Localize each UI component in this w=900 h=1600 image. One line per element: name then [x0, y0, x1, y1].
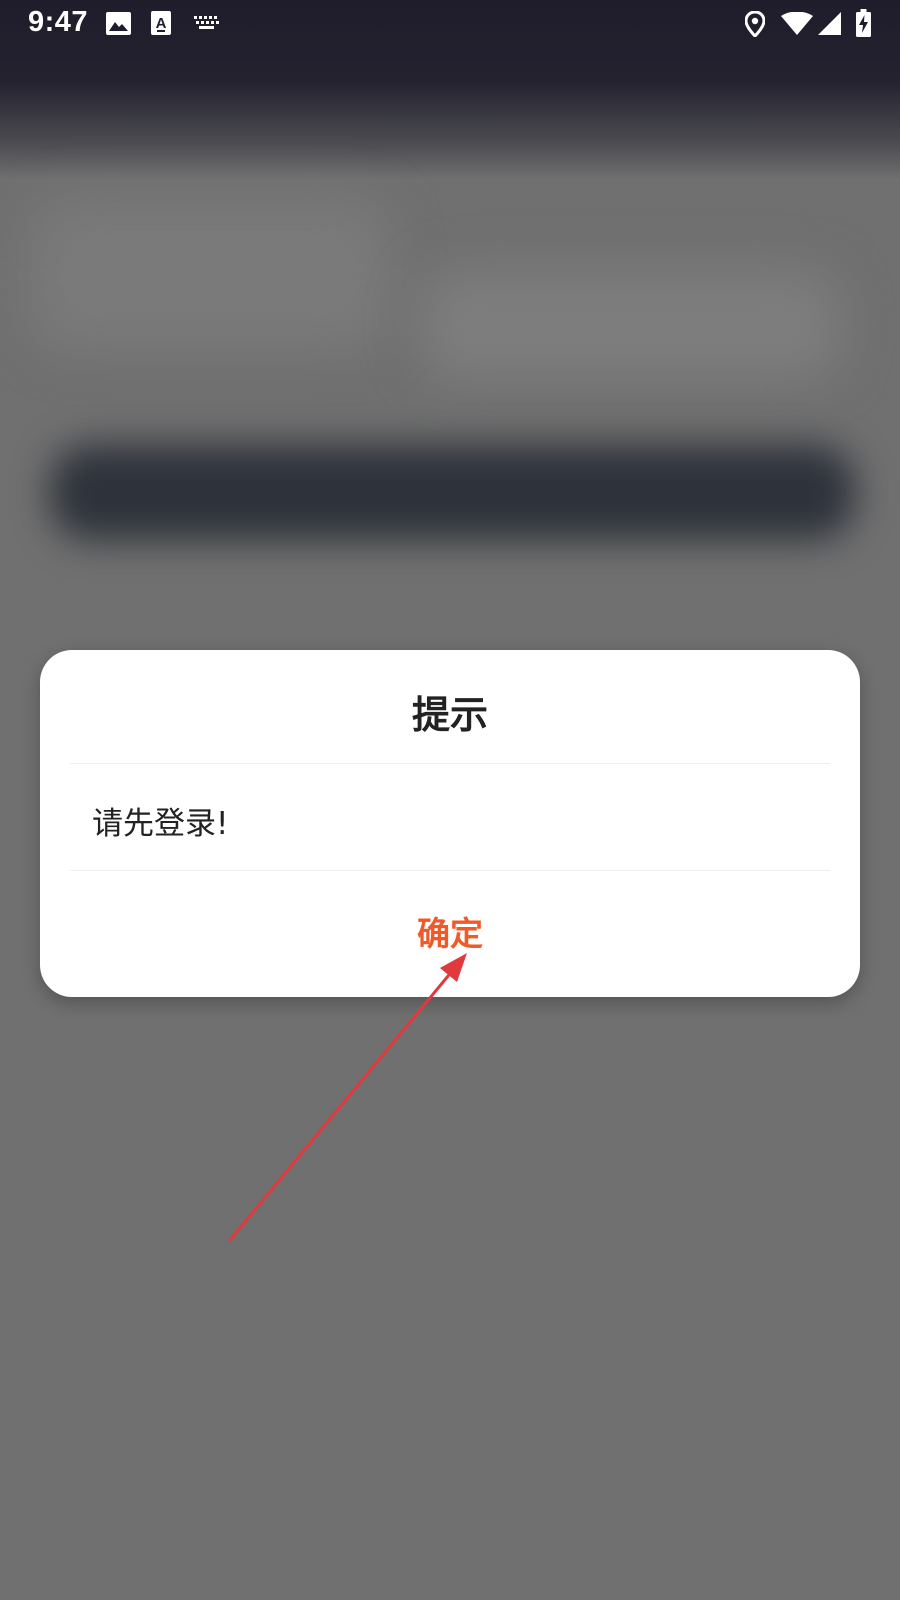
status-time: 9:47 [28, 6, 89, 38]
location-icon [745, 11, 765, 37]
dialog-divider [70, 763, 830, 764]
status-bar: 9:47 A [0, 0, 900, 48]
wifi-icon [781, 12, 813, 35]
dialog-title: 提示 [411, 693, 488, 737]
svg-text:A: A [156, 15, 167, 32]
battery-charging-icon [856, 9, 871, 37]
dialog-message: 请先登录! [92, 806, 229, 842]
image-icon [106, 12, 131, 35]
login-prompt-dialog: 提示 请先登录! 确定 [40, 650, 860, 997]
signal-icon [818, 12, 841, 35]
text-a-icon: A [151, 11, 171, 35]
keyboard-icon [194, 16, 219, 29]
confirm-button[interactable]: 确定 [350, 871, 550, 997]
